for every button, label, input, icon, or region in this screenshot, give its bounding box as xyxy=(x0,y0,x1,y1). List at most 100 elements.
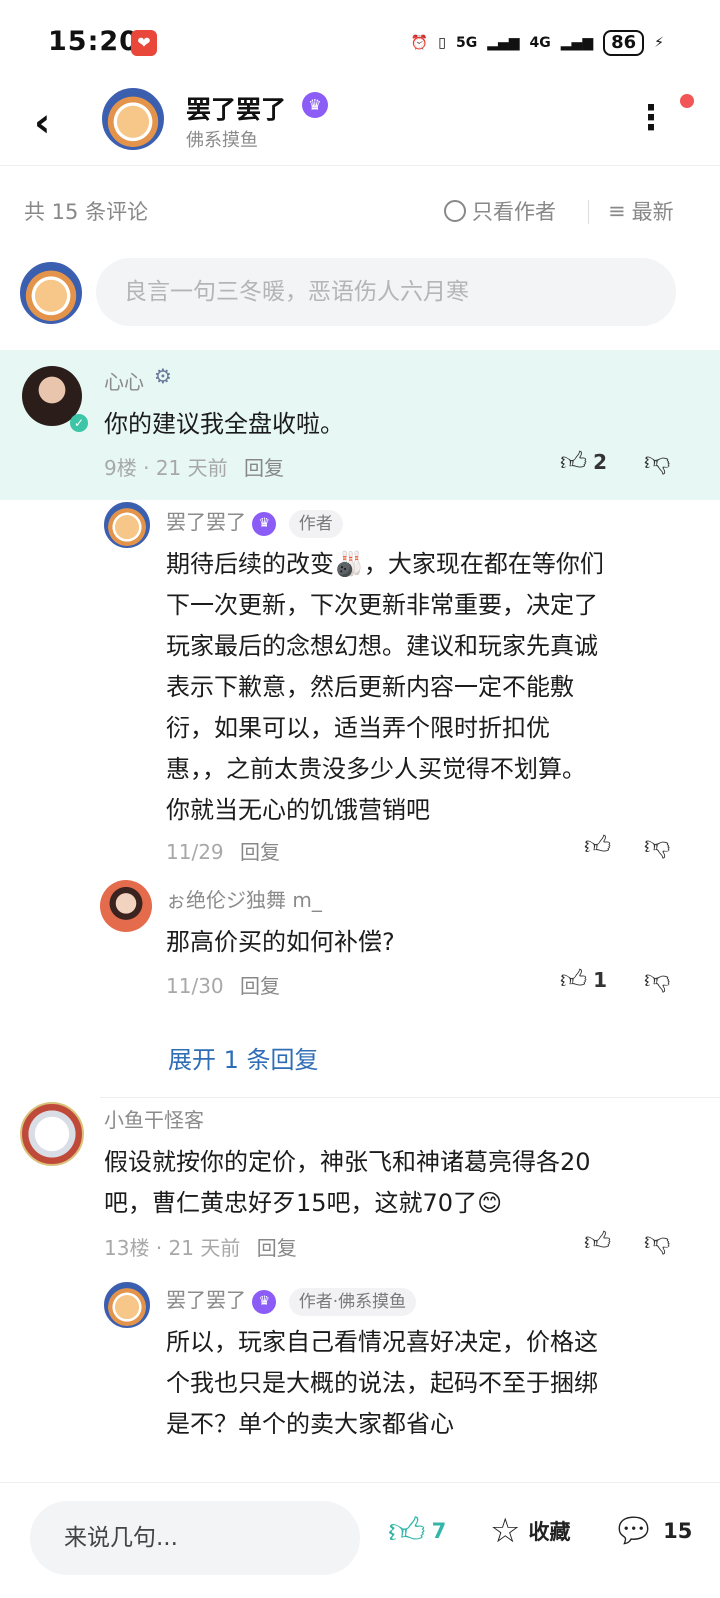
reply-line: 玩家最后的念想幻想。建议和玩家先真诚 xyxy=(166,632,598,660)
thumb-up-icon: 👍︎ xyxy=(388,1511,426,1552)
page-title[interactable]: 罢了罢了 xyxy=(186,90,286,126)
like-count: 1 xyxy=(593,967,608,992)
charging-icon: ⚡ xyxy=(654,35,664,51)
reply-line: 惠，，之前太贵没多少人买觉得不划算。 xyxy=(166,755,586,783)
thumb-up-icon: 👍︎ xyxy=(560,447,588,477)
favorite-label: 收藏 xyxy=(528,1520,571,1544)
divider xyxy=(588,200,589,224)
reply-line: 你就当无心的饥饿营销吧 xyxy=(166,796,430,824)
sort-button[interactable]: ≡ 最新 xyxy=(608,196,674,226)
comment-text: 你的建议我全盘收啦。 xyxy=(104,410,344,438)
comment-input[interactable]: 良言一句三冬暖，恶语伤人六月寒 xyxy=(96,258,676,326)
time-label: 21 天前 xyxy=(155,456,228,480)
like-count: 2 xyxy=(593,449,608,474)
verified-icon: ✓ xyxy=(70,414,88,432)
comment-user[interactable]: 心心 xyxy=(104,366,144,395)
reply-user-name[interactable]: 罢了罢了 xyxy=(166,1288,246,1312)
author-tag: 作者·佛系摸鱼 xyxy=(288,1287,417,1316)
alarm-icon: ⏰ xyxy=(410,35,429,51)
back-icon[interactable]: ‹ xyxy=(34,100,50,146)
reply-line: 衍，如果可以，适当弄个限时折扣优 xyxy=(166,714,550,742)
notification-icon: ❤ xyxy=(131,30,157,56)
avatar[interactable] xyxy=(104,1282,150,1328)
page-header: ‹ 罢了罢了 ♛ 佛系摸鱼 ⋮ xyxy=(0,80,720,166)
thumb-up-icon: 👍︎ xyxy=(560,965,588,995)
separator-dot: · xyxy=(155,1236,169,1260)
expand-replies-link[interactable]: 展开 1 条回复 xyxy=(168,1040,319,1075)
status-icons: ⏰ ▯ 5G ▂▄▆ 4G ▂▄▆ 86 ⚡ xyxy=(411,28,664,58)
sort-label: 最新 xyxy=(631,200,674,224)
trophy-badge-icon: ♛ xyxy=(252,511,277,536)
time-label: 11/30 xyxy=(166,974,224,998)
divider xyxy=(100,1097,720,1098)
comment-icon: 💬︎ xyxy=(612,1511,656,1551)
thumb-down-icon[interactable]: 👎︎ xyxy=(644,446,670,477)
comment-text: 假设就按你的定价，神张飞和神诸葛亮得各20 吧，曹仁黄忠好歹15吧，这就70了😊 xyxy=(104,1142,591,1224)
reply-button[interactable]: 回复 xyxy=(257,1236,297,1260)
my-avatar xyxy=(20,262,82,324)
thumb-up-icon[interactable]: 👍︎ xyxy=(584,830,611,861)
reply-button[interactable]: 回复 xyxy=(240,974,280,998)
like-button[interactable]: 👍︎ 2 xyxy=(560,446,607,477)
reply-button[interactable]: 回复 xyxy=(244,456,284,480)
author-tag: 作者 xyxy=(288,509,343,538)
avatar[interactable] xyxy=(20,1102,84,1166)
reply-line: 所以，玩家自己看情况喜好决定，价格这 xyxy=(166,1328,598,1356)
vibrate-icon: ▯ xyxy=(438,35,446,51)
bottom-comment-input[interactable]: 来说几句... xyxy=(30,1501,360,1575)
comments-count: 15 xyxy=(663,1519,693,1543)
reply-meta: 11/29 回复 xyxy=(166,836,280,865)
reply-text: 那高价买的如何补偿? xyxy=(166,928,395,956)
radio-circle-icon xyxy=(444,200,466,222)
star-icon: ☆ xyxy=(490,1511,521,1551)
reply-line: 下一次更新，下次更新非常重要，决定了 xyxy=(166,591,598,619)
comment-meta: 13楼 · 21 天前 回复 xyxy=(104,1232,297,1261)
author-only-toggle[interactable]: 只看作者 xyxy=(444,196,556,226)
reply-meta: 11/30 回复 xyxy=(166,970,280,999)
comment-user[interactable]: 小鱼干怪客 xyxy=(104,1104,204,1133)
signal-bars-icon: ▂▄▆ xyxy=(560,35,594,51)
favorite-button[interactable]: ☆ 收藏 xyxy=(490,1511,570,1551)
time-label: 11/29 xyxy=(166,840,224,864)
author-only-label: 只看作者 xyxy=(472,200,556,224)
thumb-up-icon[interactable]: 👍︎ xyxy=(584,1226,611,1257)
page-subtitle: 佛系摸鱼 xyxy=(186,130,258,151)
battery-indicator: 86 xyxy=(603,30,645,56)
reply-button[interactable]: 回复 xyxy=(240,840,280,864)
thumb-down-icon[interactable]: 👎︎ xyxy=(644,830,670,861)
avatar[interactable] xyxy=(104,502,150,548)
reply-user-name[interactable]: 罢了罢了 xyxy=(166,510,246,534)
comments-button[interactable]: 💬︎ 15 xyxy=(612,1511,692,1551)
post-like-count: 7 xyxy=(431,1519,447,1543)
avatar[interactable] xyxy=(100,880,152,932)
scroll-fade xyxy=(0,1440,720,1482)
signal-bars-icon: ▂▄▆ xyxy=(487,35,520,51)
author-avatar[interactable] xyxy=(102,88,164,150)
thumb-down-icon[interactable]: 👎︎ xyxy=(644,1226,670,1257)
comment-input-row: 良言一句三冬暖，恶语伤人六月寒 xyxy=(0,258,720,334)
notification-dot xyxy=(680,94,694,108)
post-like-button[interactable]: 👍︎ 7 xyxy=(388,1509,446,1553)
decor-icon: ⚙ xyxy=(154,364,172,388)
reply-user[interactable]: ぉ绝伦ジ独舞 m_ xyxy=(166,884,322,913)
reply-line: 表示下歉意，然后更新内容一定不能敷 xyxy=(166,673,574,701)
sort-icon: ≡ xyxy=(608,199,626,223)
thumb-down-icon[interactable]: 👎︎ xyxy=(644,964,670,995)
reply-user: 罢了罢了 ♛ 作者 xyxy=(166,506,343,538)
bottom-action-bar: 来说几句... 👍︎ 7 ☆ 收藏 💬︎ 15 xyxy=(0,1482,720,1598)
reply-line: 是不？单个的卖大家都省心 xyxy=(166,1410,454,1438)
signal-5g-icon: 5G xyxy=(456,35,478,51)
like-button[interactable]: 👍︎ 1 xyxy=(560,964,607,995)
trophy-badge-icon: ♛ xyxy=(252,1289,277,1314)
status-bar: 15:20 ❤ ⏰ ▯ 5G ▂▄▆ 4G ▂▄▆ 86 ⚡ xyxy=(0,0,720,80)
comments-toolbar: 共 15 条评论 只看作者 ≡ 最新 xyxy=(0,188,720,234)
reply-line: 个我也只是大概的说法，起码不至于捆绑 xyxy=(166,1369,598,1397)
signal-4g-icon: 4G xyxy=(529,35,551,51)
comment-meta: 9楼 · 21 天前 回复 xyxy=(104,452,284,481)
reply-line: 期待后续的改变🎳，大家现在都在等你们 xyxy=(166,550,604,578)
floor-label: 9楼 xyxy=(104,456,137,480)
more-icon[interactable]: ⋮ xyxy=(634,98,668,138)
comment-line: 假设就按你的定价，神张飞和神诸葛亮得各20 xyxy=(104,1148,591,1176)
time-label: 21 天前 xyxy=(168,1236,241,1260)
comment-count: 共 15 条评论 xyxy=(24,200,149,224)
